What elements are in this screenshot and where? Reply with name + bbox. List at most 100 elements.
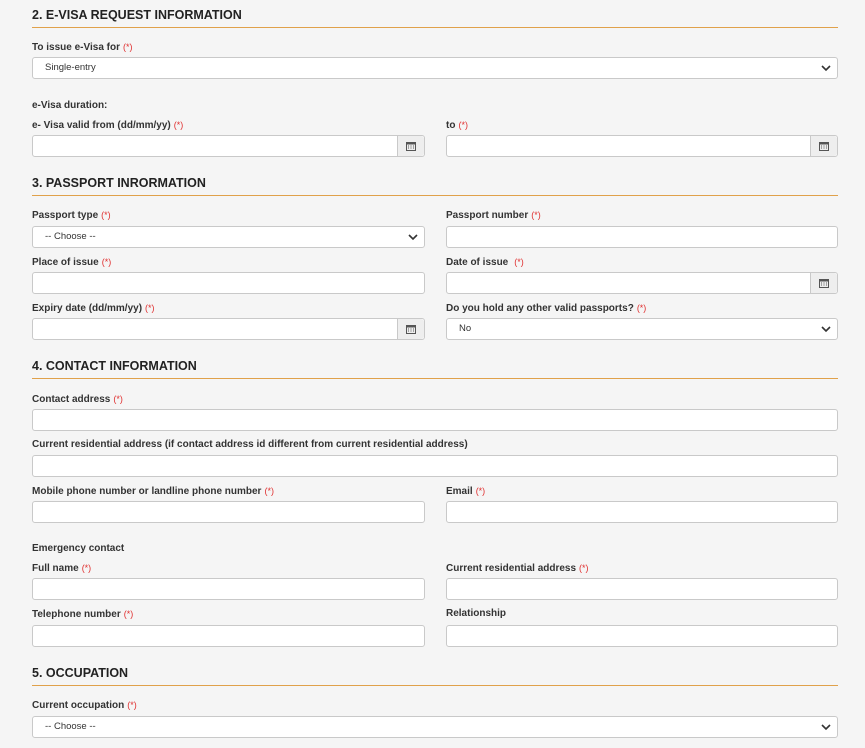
required-mark: (*) — [514, 257, 524, 267]
section-title-occupation: 5. OCCUPATION — [32, 665, 838, 686]
expiry-date-label: Expiry date (dd/mm/yy) (*) — [32, 302, 155, 315]
valid-from-label-text: e- Visa valid from (dd/mm/yy) — [32, 120, 171, 131]
email-input[interactable] — [447, 502, 837, 523]
email-label: Email (*) — [446, 485, 485, 498]
relationship-input[interactable] — [447, 626, 837, 647]
issue-for-label: To issue e-Visa for (*) — [32, 41, 133, 54]
full-name-label: Full name (*) — [32, 562, 91, 575]
required-mark: (*) — [101, 210, 111, 220]
current-residential-address-input[interactable] — [33, 456, 837, 477]
issue-for-label-text: To issue e-Visa for — [32, 42, 120, 53]
valid-from-label: e- Visa valid from (dd/mm/yy) (*) — [32, 119, 183, 132]
telephone-number-label-text: Telephone number — [32, 609, 121, 620]
relationship-field — [446, 625, 838, 647]
calendar-icon — [406, 142, 416, 151]
chevron-down-icon — [821, 326, 831, 333]
passport-type-label-text: Passport type — [32, 210, 99, 221]
date-of-issue-label: Date of issue (*) — [446, 256, 524, 269]
emergency-residential-address-label: Current residential address (*) — [446, 562, 589, 575]
phone-number-label-text: Mobile phone number or landline phone nu… — [32, 486, 262, 497]
expiry-date-calendar-button[interactable] — [397, 319, 424, 339]
valid-to-date-field — [446, 135, 838, 157]
other-passports-selected-value: No — [459, 323, 472, 334]
required-mark: (*) — [123, 609, 134, 619]
calendar-icon — [406, 325, 416, 334]
other-passports-select[interactable]: No — [446, 318, 838, 340]
emergency-residential-address-field — [446, 578, 838, 600]
date-of-issue-date-field — [446, 272, 838, 294]
expiry-date-label-text: Expiry date (dd/mm/yy) — [32, 303, 143, 314]
valid-to-input[interactable] — [447, 136, 810, 157]
passport-number-input[interactable] — [447, 227, 837, 248]
passport-type-label: Passport type (*) — [32, 209, 111, 222]
passport-number-field — [446, 226, 838, 248]
required-mark: (*) — [101, 257, 112, 267]
issue-for-select[interactable]: Single-entry — [32, 57, 838, 79]
date-of-issue-calendar-button[interactable] — [810, 273, 837, 293]
required-mark: (*) — [127, 700, 137, 710]
passport-number-label-text: Passport number — [446, 210, 529, 221]
required-mark: (*) — [475, 486, 486, 496]
required-mark: (*) — [636, 303, 647, 313]
valid-from-input[interactable] — [33, 136, 397, 157]
required-mark: (*) — [123, 42, 133, 52]
emergency-telephone-input[interactable] — [33, 626, 424, 647]
required-mark: (*) — [81, 563, 92, 573]
expiry-date-input[interactable] — [33, 319, 397, 340]
issue-for-selected-value: Single-entry — [45, 62, 96, 73]
emergency-full-name-input[interactable] — [33, 579, 424, 600]
contact-address-label-text: Contact address — [32, 394, 111, 405]
place-of-issue-input[interactable] — [33, 273, 424, 294]
emergency-contact-label: Emergency contact — [32, 543, 125, 554]
current-residential-address-field — [32, 455, 838, 477]
current-residential-address-label: Current residential address (if contact … — [32, 439, 468, 450]
emergency-full-name-field — [32, 578, 425, 600]
valid-from-calendar-button[interactable] — [397, 136, 424, 156]
emergency-residential-address-label-text: Current residential address — [446, 563, 577, 574]
email-field — [446, 501, 838, 523]
required-mark: (*) — [113, 394, 123, 404]
expiry-date-field — [32, 318, 425, 340]
required-mark: (*) — [264, 486, 274, 496]
evisa-duration-label: e-Visa duration: — [32, 100, 108, 111]
chevron-down-icon — [821, 65, 831, 72]
valid-to-label-text: to — [446, 120, 456, 131]
valid-to-label: to (*) — [446, 119, 468, 132]
chevron-down-icon — [408, 234, 418, 241]
current-occupation-label-text: Current occupation — [32, 700, 125, 711]
current-occupation-label: Current occupation (*) — [32, 699, 137, 712]
valid-from-date-field — [32, 135, 425, 157]
place-of-issue-label: Place of issue (*) — [32, 256, 111, 269]
section-title-passport-information: 3. PASSPORT INRORMATION — [32, 175, 838, 196]
section-title-evisa-request: 2. E-VISA REQUEST INFORMATION — [32, 7, 838, 28]
contact-address-field — [32, 409, 838, 431]
current-occupation-selected-value: -- Choose -- — [45, 721, 96, 732]
required-mark: (*) — [145, 303, 155, 313]
chevron-down-icon — [821, 724, 831, 731]
email-label-text: Email — [446, 486, 473, 497]
date-of-issue-input[interactable] — [447, 273, 810, 294]
phone-number-label: Mobile phone number or landline phone nu… — [32, 485, 274, 498]
contact-address-input[interactable] — [33, 410, 837, 431]
place-of-issue-label-text: Place of issue — [32, 257, 99, 268]
emergency-residential-address-input[interactable] — [447, 579, 837, 600]
required-mark: (*) — [458, 120, 468, 130]
calendar-icon — [819, 279, 829, 288]
current-occupation-select[interactable]: -- Choose -- — [32, 716, 838, 738]
phone-number-input[interactable] — [33, 502, 424, 523]
contact-address-label: Contact address (*) — [32, 393, 123, 406]
visa-application-form: 2. E-VISA REQUEST INFORMATION To issue e… — [0, 0, 865, 748]
relationship-label: Relationship — [446, 608, 507, 619]
emergency-telephone-field — [32, 625, 425, 647]
valid-to-calendar-button[interactable] — [810, 136, 837, 156]
passport-type-selected-value: -- Choose -- — [45, 231, 96, 242]
other-passports-label: Do you hold any other valid passports? (*… — [446, 302, 646, 315]
full-name-label-text: Full name — [32, 563, 79, 574]
required-mark: (*) — [173, 120, 184, 130]
section-title-contact-information: 4. CONTACT INFORMATION — [32, 358, 838, 379]
passport-type-select[interactable]: -- Choose -- — [32, 226, 425, 248]
telephone-number-label: Telephone number (*) — [32, 608, 133, 621]
phone-number-field — [32, 501, 425, 523]
required-mark: (*) — [579, 563, 589, 573]
required-mark: (*) — [531, 210, 541, 220]
